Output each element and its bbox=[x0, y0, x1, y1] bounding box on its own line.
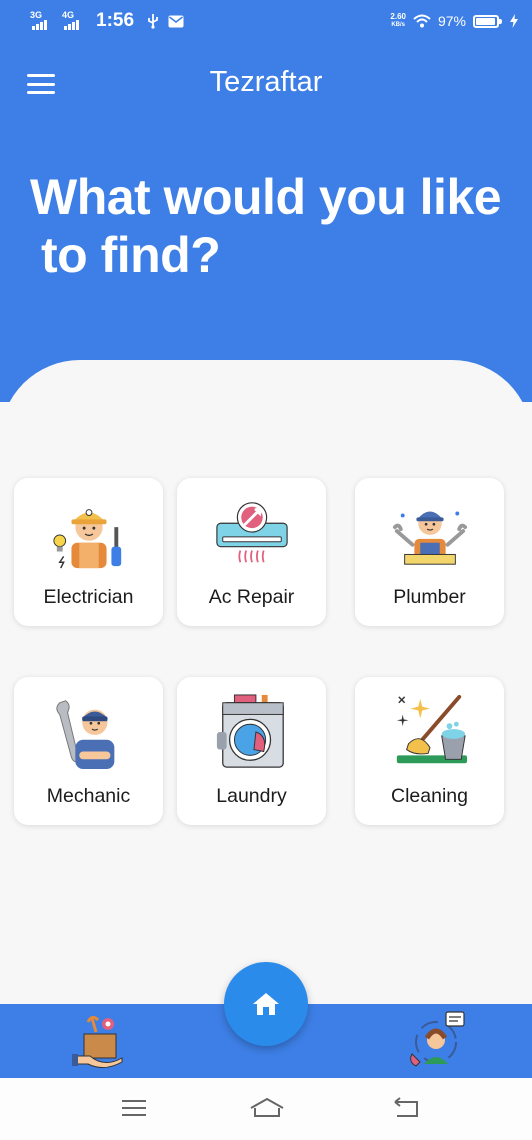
service-card-ac-repair[interactable]: Ac Repair bbox=[177, 478, 326, 626]
electrician-icon bbox=[52, 509, 121, 569]
cleaning-icon bbox=[396, 694, 467, 764]
usb-icon bbox=[148, 14, 158, 29]
service-label: Ac Repair bbox=[208, 586, 295, 608]
status-bar: 3G 4G 1:56 2.60 KB/s 97% bbox=[0, 0, 532, 42]
signal-4g-icon: 4G bbox=[62, 10, 88, 30]
service-label: Electrician bbox=[43, 586, 134, 608]
ac-repair-icon bbox=[215, 502, 288, 563]
laundry-icon bbox=[216, 694, 284, 768]
charging-icon bbox=[510, 14, 518, 28]
service-card-cleaning[interactable]: Cleaning bbox=[355, 677, 504, 825]
signal-3g-icon: 3G bbox=[30, 10, 56, 30]
hero-heading: What would you like to find? bbox=[30, 169, 502, 283]
service-card-electrician[interactable]: Electrician bbox=[14, 478, 163, 626]
home-icon bbox=[253, 993, 279, 1015]
message-icon bbox=[168, 15, 184, 27]
service-label: Plumber bbox=[393, 586, 466, 608]
back-icon[interactable] bbox=[391, 1096, 421, 1120]
mechanic-icon bbox=[55, 700, 114, 770]
app-title: Tezraftar bbox=[209, 66, 323, 98]
clock: 1:56 bbox=[96, 10, 135, 31]
service-card-laundry[interactable]: Laundry bbox=[177, 677, 326, 825]
plumber-icon bbox=[392, 511, 467, 565]
service-card-plumber[interactable]: Plumber bbox=[355, 478, 504, 626]
recent-apps-icon[interactable] bbox=[119, 1096, 149, 1120]
service-label: Laundry bbox=[216, 785, 287, 807]
service-label: Mechanic bbox=[46, 785, 131, 807]
support-agent-icon[interactable] bbox=[406, 1010, 466, 1070]
network-speed: 2.60 KB/s bbox=[390, 12, 406, 29]
wifi-icon bbox=[413, 14, 431, 28]
header: Tezraftar What would you like to find? bbox=[0, 42, 532, 402]
service-label: Cleaning bbox=[391, 785, 468, 807]
home-button[interactable] bbox=[224, 962, 308, 1046]
service-card-mechanic[interactable]: Mechanic bbox=[14, 677, 163, 825]
system-nav-bar bbox=[0, 1078, 532, 1140]
service-box-icon[interactable] bbox=[70, 1012, 130, 1072]
battery-percent: 97% bbox=[437, 13, 466, 29]
network-type-1: 3G bbox=[30, 10, 43, 20]
battery-icon bbox=[473, 14, 502, 28]
network-type-2: 4G bbox=[62, 10, 75, 20]
system-home-icon[interactable] bbox=[248, 1096, 286, 1120]
